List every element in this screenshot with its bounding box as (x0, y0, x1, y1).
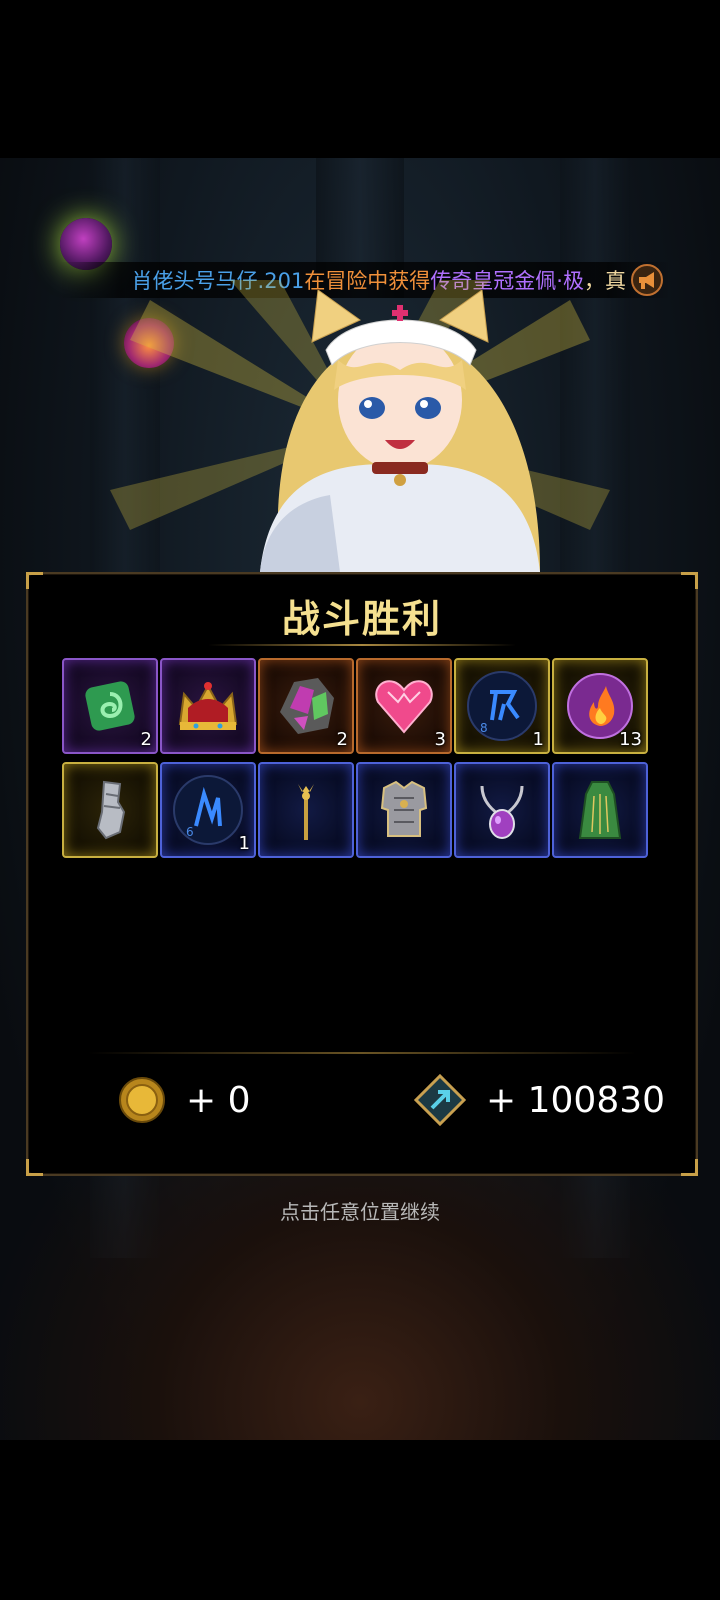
item-slot[interactable]: 13 (552, 658, 648, 754)
panel-title: 战斗胜利 (281, 597, 442, 641)
rune-number: 6 (186, 825, 194, 839)
item-slot[interactable]: 3 (356, 658, 452, 754)
blue-rune-orb-icon: 8 (467, 671, 537, 741)
item-slot[interactable]: 2 (62, 658, 158, 754)
item-slot[interactable] (454, 762, 550, 858)
item-count: 2 (336, 729, 348, 750)
panel-corner-bl (26, 1159, 43, 1176)
steel-gauntlet-icon (96, 780, 126, 840)
amethyst-amulet-icon (480, 785, 524, 839)
panel-corner-br (681, 1159, 698, 1176)
item-count: 1 (238, 833, 250, 854)
silver-armor-icon (380, 780, 428, 837)
item-count: 13 (619, 729, 642, 750)
exp-reward-value: + 100830 (486, 1079, 666, 1121)
victory-panel[interactable]: 战斗胜利 2 2 3 8 1 13 6 1 + 0 + 100830 (26, 572, 698, 1176)
blue-rune-orb-icon: 6 (173, 775, 243, 845)
gold-reward-value: + 0 (186, 1079, 251, 1121)
exp-arrow-icon (414, 1074, 466, 1126)
item-slot[interactable]: 2 (258, 658, 354, 754)
pink-heart-gem-icon (375, 680, 433, 734)
item-slot[interactable] (160, 658, 256, 754)
golden-scepter-icon (298, 784, 314, 840)
title-divider (208, 644, 516, 646)
item-slot[interactable] (552, 762, 648, 858)
item-slot[interactable]: 8 1 (454, 658, 550, 754)
item-count: 3 (434, 729, 446, 750)
gold-reward: + 0 (118, 1072, 251, 1128)
green-cloak-icon (578, 781, 622, 839)
royal-crown-icon (178, 682, 238, 730)
nurse-character-portrait (260, 290, 540, 572)
rune-number: 8 (480, 721, 488, 735)
exp-reward: + 100830 (414, 1072, 665, 1128)
item-count: 2 (140, 729, 152, 750)
panel-corner-tr (681, 572, 698, 589)
item-slot[interactable] (356, 762, 452, 858)
megaphone-icon[interactable] (630, 263, 664, 297)
item-slot[interactable] (258, 762, 354, 858)
gold-coin-icon (119, 1077, 165, 1123)
panel-corner-tl (26, 572, 43, 589)
continue-hint: 点击任意位置继续 (280, 1200, 440, 1224)
purple-crystal-ore-icon (280, 678, 334, 734)
item-slot[interactable] (62, 762, 158, 858)
item-slot[interactable]: 6 1 (160, 762, 256, 858)
green-rune-stone-icon (85, 681, 135, 731)
item-count: 1 (532, 729, 544, 750)
rewards-divider (88, 1052, 636, 1054)
